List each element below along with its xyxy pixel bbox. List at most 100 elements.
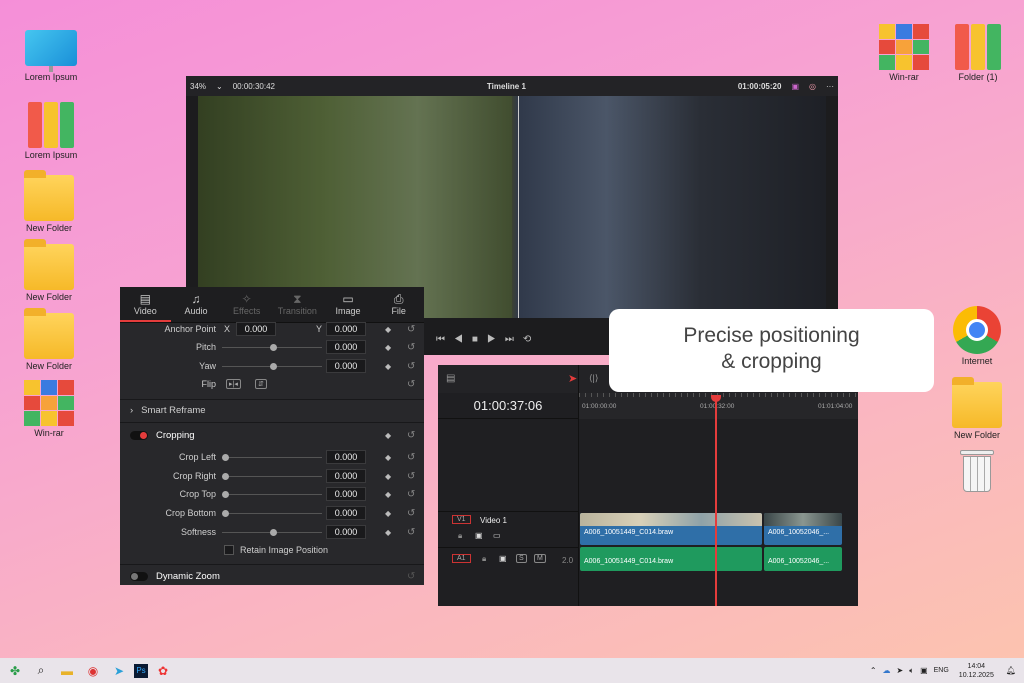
cloud-icon[interactable]: ☁ bbox=[883, 666, 891, 675]
reset-icon[interactable]: ↺ bbox=[407, 527, 415, 538]
slider-knob[interactable] bbox=[222, 490, 229, 498]
telegram-tray-icon[interactable]: ➤ bbox=[897, 666, 904, 675]
keyframe-icon[interactable]: ◆ bbox=[385, 472, 391, 481]
reverse-play-icon[interactable]: ◀ bbox=[454, 334, 472, 345]
zoom-level[interactable]: 34% bbox=[190, 82, 206, 91]
keyframe-icon[interactable]: ◆ bbox=[385, 343, 391, 352]
reset-icon[interactable]: ↺ bbox=[407, 489, 415, 500]
audio-clip[interactable]: A006_10052046_... bbox=[764, 547, 842, 571]
lock-icon[interactable]: 🔒︎ bbox=[482, 554, 486, 564]
tab-video[interactable]: ▤ Video bbox=[120, 287, 171, 322]
file-explorer-icon[interactable]: ▬ bbox=[56, 661, 78, 681]
playhead[interactable] bbox=[711, 395, 721, 606]
telegram-icon[interactable]: ➤ bbox=[108, 661, 130, 681]
play-icon[interactable]: ▶ bbox=[487, 334, 505, 345]
reset-icon[interactable]: ↺ bbox=[407, 361, 415, 372]
crop-right-field[interactable]: 0.000 bbox=[326, 469, 366, 483]
crop-left-field[interactable]: 0.000 bbox=[326, 450, 366, 464]
auto-select-icon[interactable]: ▣ bbox=[475, 531, 483, 540]
auto-select-icon[interactable]: ▣ bbox=[499, 554, 507, 563]
reset-icon[interactable]: ↺ bbox=[407, 508, 415, 519]
more-options-icon[interactable]: ··· bbox=[826, 82, 834, 91]
color-wheel-icon[interactable]: ◎ bbox=[809, 82, 816, 91]
monitor-output-icon[interactable]: ▣ bbox=[791, 82, 799, 91]
keyframe-icon[interactable]: ◆ bbox=[385, 453, 391, 462]
softness-field[interactable]: 0.000 bbox=[326, 525, 366, 539]
skip-end-icon[interactable]: ⏭ bbox=[505, 334, 523, 345]
dynamic-zoom-toggle[interactable] bbox=[130, 571, 148, 581]
crop-bottom-slider[interactable] bbox=[222, 509, 322, 517]
mute-button[interactable]: M bbox=[534, 554, 546, 563]
chevron-up-icon[interactable]: ⌃ bbox=[870, 666, 877, 675]
desktop-icon-internet[interactable]: Internet bbox=[937, 306, 1017, 366]
network-icon[interactable]: ▣ bbox=[920, 666, 928, 675]
slider-knob[interactable] bbox=[270, 343, 277, 351]
reset-icon[interactable]: ↺ bbox=[407, 471, 415, 482]
desktop-icon-winrar[interactable]: Win-rar bbox=[9, 380, 89, 438]
slider-knob[interactable] bbox=[270, 528, 277, 536]
chevron-down-icon[interactable]: ⌄ bbox=[216, 82, 223, 91]
tab-file[interactable]: ⎙ File bbox=[373, 287, 424, 322]
loop-icon[interactable]: ⟲ bbox=[523, 334, 540, 345]
yaw-slider[interactable] bbox=[222, 362, 322, 370]
audio-clip[interactable]: A006_10051449_C014.braw bbox=[580, 547, 762, 571]
crop-top-slider[interactable] bbox=[222, 490, 322, 498]
app-icon[interactable]: ✿ bbox=[152, 661, 174, 681]
trim-tool-icon[interactable]: ⟨|⟩ bbox=[589, 373, 598, 384]
keyframe-icon[interactable]: ◆ bbox=[385, 431, 391, 440]
reset-icon[interactable]: ↺ bbox=[407, 430, 415, 441]
desktop-icon-new-folder[interactable]: New Folder bbox=[937, 377, 1017, 440]
clock[interactable]: 14:04 10.12.2025 bbox=[959, 662, 994, 680]
volume-icon[interactable]: 🔈︎ bbox=[909, 666, 914, 676]
crop-bottom-field[interactable]: 0.000 bbox=[326, 506, 366, 520]
anchor-x-field[interactable]: 0.000 bbox=[236, 322, 276, 336]
flip-vertical-button[interactable]: ⇵ bbox=[255, 379, 267, 389]
keyframe-icon[interactable]: ◆ bbox=[385, 490, 391, 499]
crop-left-slider[interactable] bbox=[222, 453, 322, 461]
crop-right-slider[interactable] bbox=[222, 472, 322, 480]
desktop-icon-new-folder[interactable]: New Folder bbox=[9, 170, 89, 233]
timeline-name[interactable]: Timeline 1 bbox=[285, 82, 728, 91]
photoshop-icon[interactable]: Ps bbox=[134, 663, 148, 678]
retain-checkbox[interactable] bbox=[224, 545, 234, 555]
softness-slider[interactable] bbox=[222, 528, 322, 536]
tab-transition[interactable]: ⧗ Transition bbox=[272, 287, 323, 322]
timeline-view-icon[interactable]: ▤ bbox=[446, 373, 455, 384]
cropping-toggle[interactable] bbox=[130, 430, 148, 440]
tab-image[interactable]: ▭ Image bbox=[323, 287, 374, 322]
crop-top-field[interactable]: 0.000 bbox=[326, 487, 366, 501]
track-visibility-icon[interactable]: ▭ bbox=[493, 531, 501, 540]
desktop-icon-binders[interactable]: Lorem Ipsum bbox=[11, 102, 91, 160]
skip-start-icon[interactable]: ⏮ bbox=[436, 334, 454, 345]
desktop-icon-computer[interactable]: Lorem Ipsum bbox=[11, 30, 91, 82]
reset-icon[interactable]: ↺ bbox=[407, 571, 415, 582]
recycle-bin-icon[interactable] bbox=[960, 450, 994, 494]
track-id-badge[interactable]: V1 bbox=[452, 515, 471, 524]
reset-icon[interactable]: ↺ bbox=[407, 342, 415, 353]
reset-icon[interactable]: ↺ bbox=[407, 452, 415, 463]
keyframe-icon[interactable]: ◆ bbox=[385, 509, 391, 518]
selection-tool-icon[interactable]: ➤ bbox=[568, 372, 577, 385]
desktop-icon-winrar[interactable]: Win-rar bbox=[864, 24, 944, 82]
notification-bell-icon[interactable]: 🔔︎ bbox=[1006, 666, 1016, 675]
flip-horizontal-button[interactable]: ▸|◂ bbox=[226, 379, 241, 389]
desktop-icon-folder-1[interactable]: Folder (1) bbox=[938, 24, 1018, 82]
stop-icon[interactable]: ■ bbox=[472, 334, 487, 345]
slider-knob[interactable] bbox=[222, 472, 229, 480]
slider-knob[interactable] bbox=[222, 453, 229, 461]
chrome-icon[interactable]: ◉ bbox=[82, 661, 104, 681]
keyframe-icon[interactable]: ◆ bbox=[385, 325, 391, 334]
desktop-icon-new-folder[interactable]: New Folder bbox=[9, 239, 89, 302]
anchor-y-field[interactable]: 0.000 bbox=[326, 322, 366, 336]
search-icon[interactable]: ⌕ bbox=[30, 661, 52, 681]
pitch-field[interactable]: 0.000 bbox=[326, 340, 366, 354]
slider-knob[interactable] bbox=[222, 509, 229, 517]
slider-knob[interactable] bbox=[270, 362, 277, 370]
tab-audio[interactable]: ♫ Audio bbox=[171, 287, 222, 322]
language-indicator[interactable]: ENG bbox=[934, 667, 949, 674]
desktop-icon-new-folder[interactable]: New Folder bbox=[9, 308, 89, 371]
keyframe-icon[interactable]: ◆ bbox=[385, 528, 391, 537]
video-clip[interactable]: A006_10052046_... bbox=[764, 513, 842, 545]
yaw-field[interactable]: 0.000 bbox=[326, 359, 366, 373]
pitch-slider[interactable] bbox=[222, 343, 322, 351]
